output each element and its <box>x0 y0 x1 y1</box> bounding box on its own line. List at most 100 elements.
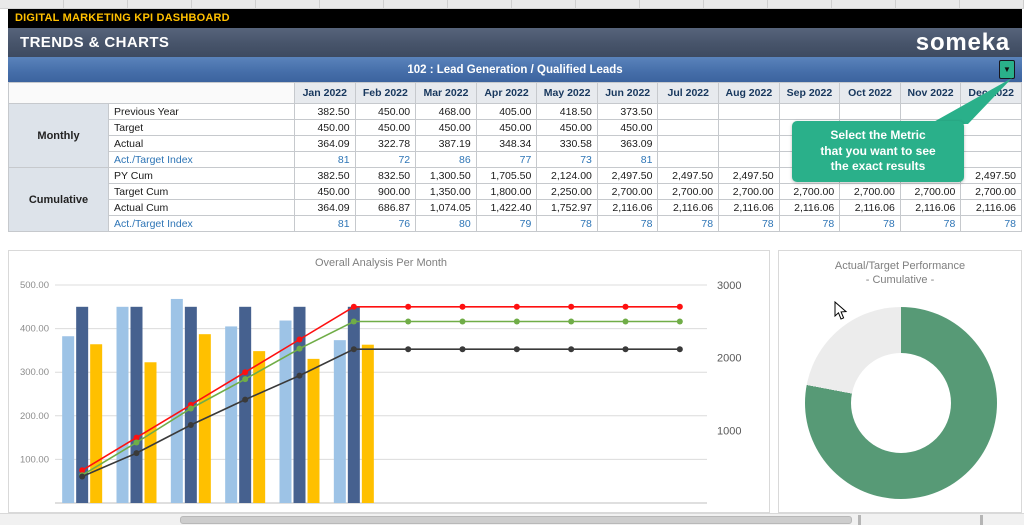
table-cell[interactable]: 1,350.00 <box>416 184 477 200</box>
table-cell[interactable]: 2,497.50 <box>961 168 1022 184</box>
table-cell[interactable] <box>840 104 901 120</box>
table-cell[interactable] <box>961 136 1022 152</box>
month-header-cell[interactable]: Apr 2022 <box>476 83 537 104</box>
table-cell[interactable]: 364.09 <box>295 136 356 152</box>
table-cell[interactable]: 2,497.50 <box>719 168 780 184</box>
table-cell[interactable]: 2,497.50 <box>658 168 719 184</box>
table-cell[interactable]: 387.19 <box>416 136 477 152</box>
table-cell[interactable]: 78 <box>840 216 901 232</box>
row-label-cell[interactable]: Actual Cum <box>109 200 295 216</box>
table-cell[interactable]: 322.78 <box>355 136 416 152</box>
pane-divider[interactable] <box>980 515 983 525</box>
table-cell[interactable]: 364.09 <box>295 200 356 216</box>
table-cell[interactable]: 450.00 <box>476 120 537 136</box>
table-cell[interactable]: 73 <box>537 152 598 168</box>
table-cell[interactable] <box>719 120 780 136</box>
table-cell[interactable]: 900.00 <box>355 184 416 200</box>
table-cell[interactable]: 2,116.06 <box>597 200 658 216</box>
donut-chart[interactable] <box>805 307 997 499</box>
month-header-cell[interactable]: Jan 2022 <box>295 83 356 104</box>
table-cell[interactable]: 363.09 <box>597 136 658 152</box>
table-cell[interactable] <box>658 120 719 136</box>
month-header-cell[interactable]: Sep 2022 <box>779 83 840 104</box>
table-cell[interactable]: 2,116.06 <box>719 200 780 216</box>
scrollbar-thumb[interactable] <box>180 516 852 524</box>
month-header-cell[interactable]: Mar 2022 <box>416 83 477 104</box>
table-cell[interactable]: 2,116.06 <box>840 200 901 216</box>
table-cell[interactable]: 78 <box>597 216 658 232</box>
combo-chart[interactable]: Overall Analysis Per Month100.00200.0030… <box>9 251 769 512</box>
table-cell[interactable]: 450.00 <box>355 120 416 136</box>
table-cell[interactable]: 2,700.00 <box>900 184 961 200</box>
month-header-cell[interactable]: Aug 2022 <box>719 83 780 104</box>
table-cell[interactable]: 81 <box>295 216 356 232</box>
table-cell[interactable]: 2,116.06 <box>658 200 719 216</box>
table-cell[interactable]: 1,074.05 <box>416 200 477 216</box>
table-cell[interactable]: 450.00 <box>355 104 416 120</box>
table-cell[interactable]: 382.50 <box>295 104 356 120</box>
table-cell[interactable]: 80 <box>416 216 477 232</box>
table-cell[interactable]: 77 <box>476 152 537 168</box>
pane-divider[interactable] <box>858 515 861 525</box>
row-label-cell[interactable]: Actual <box>109 136 295 152</box>
table-cell[interactable] <box>658 136 719 152</box>
table-cell[interactable]: 78 <box>779 216 840 232</box>
table-cell[interactable]: 2,700.00 <box>597 184 658 200</box>
table-cell[interactable] <box>961 152 1022 168</box>
table-cell[interactable]: 78 <box>719 216 780 232</box>
month-header-cell[interactable]: Feb 2022 <box>355 83 416 104</box>
table-cell[interactable]: 2,116.06 <box>779 200 840 216</box>
month-header-cell[interactable]: May 2022 <box>537 83 598 104</box>
table-cell[interactable]: 2,124.00 <box>537 168 598 184</box>
table-cell[interactable]: 78 <box>900 216 961 232</box>
table-cell[interactable]: 81 <box>597 152 658 168</box>
table-cell[interactable]: 72 <box>355 152 416 168</box>
table-cell[interactable]: 81 <box>295 152 356 168</box>
month-header-cell[interactable]: Jun 2022 <box>597 83 658 104</box>
table-cell[interactable]: 86 <box>416 152 477 168</box>
table-cell[interactable]: 450.00 <box>537 120 598 136</box>
horizontal-scrollbar[interactable] <box>0 513 1024 525</box>
table-cell[interactable]: 1,705.50 <box>476 168 537 184</box>
table-cell[interactable] <box>779 104 840 120</box>
table-cell[interactable]: 418.50 <box>537 104 598 120</box>
table-cell[interactable] <box>719 136 780 152</box>
table-cell[interactable]: 686.87 <box>355 200 416 216</box>
table-cell[interactable]: 78 <box>537 216 598 232</box>
table-cell[interactable]: 1,800.00 <box>476 184 537 200</box>
row-label-cell[interactable]: Act./Target Index <box>109 152 295 168</box>
table-cell[interactable]: 78 <box>658 216 719 232</box>
table-cell[interactable]: 2,497.50 <box>597 168 658 184</box>
table-cell[interactable]: 2,116.06 <box>961 200 1022 216</box>
table-cell[interactable]: 2,700.00 <box>719 184 780 200</box>
table-cell[interactable]: 468.00 <box>416 104 477 120</box>
row-label-cell[interactable]: Previous Year <box>109 104 295 120</box>
table-cell[interactable]: 450.00 <box>416 120 477 136</box>
table-cell[interactable]: 2,700.00 <box>779 184 840 200</box>
table-cell[interactable]: 330.58 <box>537 136 598 152</box>
table-cell[interactable]: 2,116.06 <box>900 200 961 216</box>
month-header-cell[interactable]: Jul 2022 <box>658 83 719 104</box>
row-label-cell[interactable]: PY Cum <box>109 168 295 184</box>
table-cell[interactable]: 348.34 <box>476 136 537 152</box>
month-header-cell[interactable]: Oct 2022 <box>840 83 901 104</box>
table-cell[interactable]: 382.50 <box>295 168 356 184</box>
row-label-cell[interactable]: Target Cum <box>109 184 295 200</box>
table-cell[interactable]: 450.00 <box>295 184 356 200</box>
table-cell[interactable]: 2,700.00 <box>961 184 1022 200</box>
table-cell[interactable]: 1,752.97 <box>537 200 598 216</box>
table-cell[interactable]: 2,250.00 <box>537 184 598 200</box>
table-cell[interactable]: 450.00 <box>597 120 658 136</box>
table-cell[interactable]: 405.00 <box>476 104 537 120</box>
row-label-cell[interactable]: Target <box>109 120 295 136</box>
table-cell[interactable]: 2,700.00 <box>658 184 719 200</box>
table-cell[interactable]: 832.50 <box>355 168 416 184</box>
table-cell[interactable]: 373.50 <box>597 104 658 120</box>
table-cell[interactable]: 78 <box>961 216 1022 232</box>
table-cell[interactable] <box>658 104 719 120</box>
table-cell[interactable] <box>719 152 780 168</box>
table-cell[interactable] <box>658 152 719 168</box>
table-cell[interactable]: 1,422.40 <box>476 200 537 216</box>
table-cell[interactable]: 79 <box>476 216 537 232</box>
table-cell[interactable]: 450.00 <box>295 120 356 136</box>
